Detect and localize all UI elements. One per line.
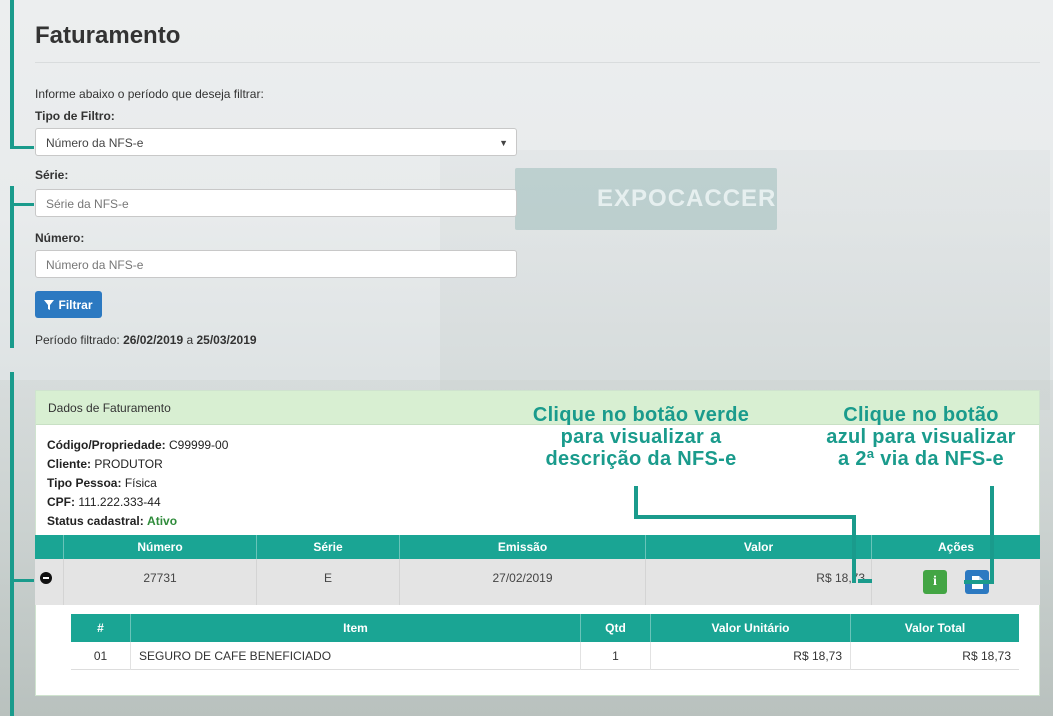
- cliente: Cliente: PRODUTOR: [47, 457, 163, 471]
- serie-input[interactable]: Série da NFS-e: [35, 189, 517, 217]
- status-badge: Ativo: [147, 514, 178, 528]
- periodo-sep: a: [186, 333, 194, 347]
- table-row: 27731 E 27/02/2019 R$ 18,73 i: [35, 559, 1040, 605]
- tipo-filtro-value: Número da NFS-e: [46, 136, 144, 150]
- cliente-value: PRODUTOR: [94, 457, 163, 471]
- funnel-icon: [44, 299, 55, 310]
- cliente-label: Cliente:: [47, 457, 92, 471]
- sub-cell-qtd: 1: [581, 642, 651, 670]
- sub-cell-valor-unitario: R$ 18,73: [651, 642, 851, 670]
- connector-green-v2: [852, 515, 856, 583]
- info-icon: i: [933, 574, 937, 589]
- header-numero: Número: [64, 535, 257, 559]
- serie-placeholder: Série da NFS-e: [46, 197, 129, 211]
- tipo-pessoa-label: Tipo Pessoa:: [47, 476, 122, 490]
- connector-green-v1: [634, 486, 638, 518]
- connector-blue-h: [964, 580, 994, 584]
- callout-green-line-1: Clique no botão verde: [532, 404, 750, 426]
- status-label: Status cadastral:: [47, 514, 144, 528]
- periodo-filtrado: Período filtrado: 26/02/2019 a 25/03/201…: [35, 333, 257, 347]
- header-serie: Série: [257, 535, 400, 559]
- sub-cell-num: 01: [71, 642, 131, 670]
- info-button[interactable]: i: [923, 570, 947, 594]
- cell-serie: E: [257, 559, 400, 605]
- header-emissao: Emissão: [400, 535, 646, 559]
- callout-blue-line-3: a 2ª via da NFS-e: [838, 448, 1004, 470]
- sub-header-valor-total: Valor Total: [904, 621, 966, 635]
- sub-cell-valor-total: R$ 18,73: [962, 649, 1011, 663]
- callout-green: Clique no botão verde para visualizar a …: [505, 404, 777, 470]
- callout-blue-line-1: Clique no botão: [843, 404, 999, 426]
- cell-acoes: i: [872, 559, 1040, 605]
- title-divider: [35, 62, 1040, 63]
- filter-intro: Informe abaixo o período que deseja filt…: [35, 87, 264, 101]
- callout-green-line-2: para visualizar a: [560, 426, 722, 448]
- cell-valor: R$ 18,73: [646, 559, 872, 605]
- numero-input[interactable]: Número da NFS-e: [35, 250, 517, 278]
- numero-label: Número:: [35, 231, 85, 245]
- header-valor: Valor: [646, 535, 872, 559]
- sub-header-valor-unitario: Valor Unitário: [651, 614, 851, 642]
- codigo-value: C99999-00: [169, 438, 229, 452]
- sub-cell-item: SEGURO DE CAFE BENEFICIADO: [131, 642, 581, 670]
- page-title: Faturamento: [35, 22, 181, 49]
- sub-header-qtd: Qtd: [581, 614, 651, 642]
- page: EXPOCACCER Faturamento Informe abaixo o …: [0, 0, 1053, 716]
- callout-green-line-3: descrição da NFS-e: [545, 448, 737, 470]
- annotation-tick-2: [10, 203, 34, 206]
- annotation-bracket-3: [10, 372, 14, 716]
- table-header: Número Série Emissão Valor Ações: [35, 535, 1040, 559]
- sub-header-item: Item: [131, 614, 581, 642]
- cpf: CPF: 111.222.333-44: [47, 495, 161, 509]
- periodo-start: 26/02/2019: [123, 333, 184, 347]
- annotation-tick-1: [10, 146, 34, 149]
- cpf-value: 111.222.333-44: [78, 495, 161, 509]
- filtrar-button[interactable]: Filtrar: [35, 291, 102, 318]
- minus-circle-icon[interactable]: [40, 572, 52, 584]
- annotation-tick-3: [10, 579, 34, 582]
- status-cadastral: Status cadastral: Ativo: [47, 514, 177, 528]
- cell-emissao: 27/02/2019: [400, 559, 646, 605]
- connector-green-h: [634, 515, 856, 519]
- callout-blue-line-2: azul para visualizar: [826, 426, 1016, 448]
- periodo-prefix: Período filtrado:: [35, 333, 120, 347]
- subtable-header: # Item Qtd Valor Unitário Valor Total: [71, 614, 1019, 642]
- tipo-filtro-label: Tipo de Filtro:: [35, 109, 115, 123]
- filtrar-button-label: Filtrar: [58, 297, 93, 312]
- codigo-label: Código/Propriedade:: [47, 438, 166, 452]
- connector-blue-v: [990, 486, 994, 584]
- callout-blue: Clique no botão azul para visualizar a 2…: [796, 404, 1046, 470]
- expand-cell: [35, 559, 64, 605]
- annotation-bracket-2: [10, 186, 14, 348]
- numero-placeholder: Número da NFS-e: [46, 258, 144, 272]
- periodo-end: 25/03/2019: [196, 333, 257, 347]
- annotation-bracket-1: [10, 0, 14, 148]
- connector-green-tip: [858, 579, 872, 583]
- serie-label: Série:: [35, 168, 69, 182]
- caret-down-icon: ▼: [499, 138, 508, 148]
- cell-numero: 27731: [64, 559, 257, 605]
- background-sign-text: EXPOCACCER: [597, 185, 777, 212]
- sub-header-num: #: [71, 614, 131, 642]
- cpf-label: CPF:: [47, 495, 75, 509]
- tipo-pessoa: Tipo Pessoa: Física: [47, 476, 157, 490]
- subtable-row: 01 SEGURO DE CAFE BENEFICIADO 1 R$ 18,73…: [71, 642, 1019, 670]
- header-acoes: Ações: [937, 540, 975, 554]
- tipo-pessoa-value: Física: [124, 476, 157, 490]
- tipo-filtro-select[interactable]: Número da NFS-e ▼: [35, 128, 517, 156]
- codigo-propriedade: Código/Propriedade: C99999-00: [47, 438, 228, 452]
- header-expand: [35, 535, 64, 559]
